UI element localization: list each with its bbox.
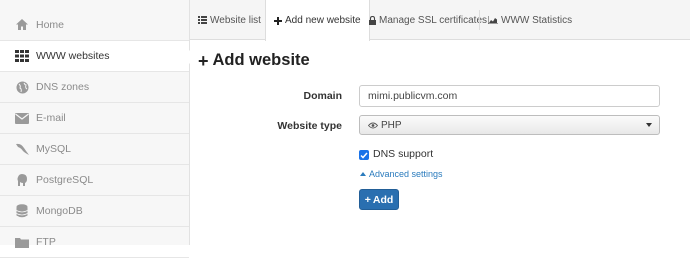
sidebar-item-mongodb[interactable]: MongoDB [0, 196, 189, 227]
tab-add-new-website[interactable]: Add new website [265, 0, 370, 41]
sidebar-item-ftp[interactable]: FTP [0, 227, 189, 258]
sidebar-item-label: Home [36, 18, 65, 31]
tab-website-list[interactable]: Website list [190, 0, 269, 40]
tab-label: Add new website [285, 15, 361, 26]
add-button[interactable]: + Add [359, 189, 399, 210]
domain-label: Domain [303, 90, 342, 102]
sidebar-item-label: E-mail [36, 112, 66, 124]
dns-support-label[interactable]: DNS support [373, 148, 433, 160]
eye-icon [368, 122, 378, 129]
grid-icon [14, 48, 30, 64]
website-type-value: PHP [381, 119, 402, 131]
database-icon [14, 203, 30, 219]
sidebar-item-label: WWW websites [36, 50, 110, 62]
checkmark-icon [360, 152, 368, 159]
sidebar-item-postgresql[interactable]: PostgreSQL [0, 165, 189, 196]
tab-label: WWW Statistics [501, 14, 573, 26]
website-type-label: Website type [277, 120, 342, 132]
elephant-icon [14, 172, 30, 188]
chart-icon [488, 16, 498, 24]
advanced-settings-label: Advanced settings [369, 169, 443, 179]
sidebar-item-mysql[interactable]: MySQL [0, 134, 189, 165]
tab-label: Website list [210, 14, 261, 26]
tab-label: Manage SSL certificates [379, 14, 488, 26]
globe-icon [14, 79, 30, 95]
sidebar-item-email[interactable]: E-mail [0, 103, 189, 134]
sidebar-item-label: DNS zones [36, 81, 90, 93]
sidebar-item-label: MongoDB [36, 205, 83, 217]
domain-input-value: mimi.publicvm.com [368, 90, 458, 102]
dns-support-checkbox[interactable] [359, 150, 369, 160]
envelope-icon [14, 110, 30, 126]
plus-icon: + [198, 50, 209, 71]
list-icon [198, 16, 207, 24]
advanced-settings-link[interactable]: Advanced settings [360, 169, 443, 179]
active-indicator [183, 50, 190, 64]
caret-up-icon [360, 172, 366, 176]
sidebar: Home WWW websites DNS zones E-mail MySQL [0, 0, 190, 258]
plus-icon [274, 16, 282, 25]
sidebar-item-home[interactable]: Home [0, 9, 189, 41]
page-title-text: Add website [212, 51, 310, 69]
folder-icon [14, 234, 30, 250]
website-type-select[interactable]: PHP [359, 115, 660, 135]
tab-bar: Website list Add new website Manage SSL … [190, 0, 690, 41]
home-icon [14, 17, 30, 33]
sidebar-item-label: FTP [36, 236, 56, 248]
dolphin-icon [14, 141, 30, 157]
add-button-label: Add [372, 193, 394, 206]
sidebar-item-label: MySQL [36, 143, 72, 155]
tab-www-statistics[interactable]: WWW Statistics [480, 0, 580, 40]
plus-icon: + [364, 193, 371, 206]
domain-input[interactable]: mimi.publicvm.com [359, 85, 660, 107]
sidebar-item-www-websites[interactable]: WWW websites [0, 41, 190, 72]
sidebar-item-dns-zones[interactable]: DNS zones [0, 72, 189, 103]
tab-manage-ssl-certificates[interactable]: Manage SSL certificates [361, 0, 495, 40]
sidebar-item-label: PostgreSQL [36, 174, 94, 186]
lock-icon [369, 15, 376, 25]
chevron-down-icon [646, 123, 652, 127]
page-title: + Add website [198, 51, 310, 70]
